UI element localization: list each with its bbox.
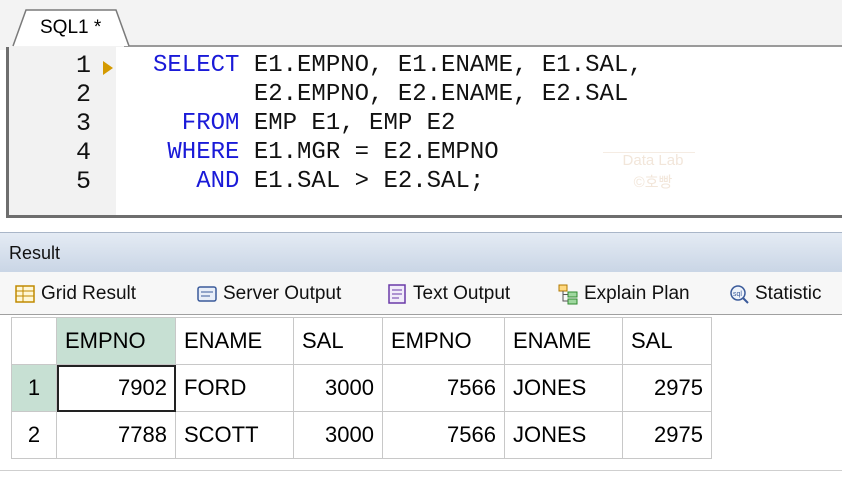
svg-text:sql: sql <box>733 291 742 298</box>
result-panel-header: Result <box>0 232 842 273</box>
code-line: SELECT E1.EMPNO, E1.ENAME, E1.SAL, <box>153 51 643 80</box>
tab-label: Grid Result <box>41 283 137 304</box>
column-header[interactable]: SAL <box>293 317 383 365</box>
tab-label: Statistic <box>755 283 822 304</box>
sql-keyword: WHERE <box>153 139 240 166</box>
watermark: Data Lab ©호빵 <box>603 150 703 194</box>
grid-cell[interactable]: 2975 <box>622 411 712 459</box>
text-output-icon <box>386 283 408 305</box>
sql-text: E1.MGR = E2.EMPNO <box>239 139 499 166</box>
sql-text: EMP E1, EMP E2 <box>239 110 456 137</box>
sql-keyword: AND <box>153 168 240 195</box>
line-number: 1 <box>75 51 91 80</box>
statistics-icon: sql <box>728 283 750 305</box>
line-number: 2 <box>75 80 91 109</box>
line-number: 5 <box>75 167 91 196</box>
tab-explain-plan[interactable]: Explain Plan <box>557 276 690 312</box>
grid-cell[interactable]: 2975 <box>622 364 712 412</box>
sql-text: E1.EMPNO, E1.ENAME, E1.SAL, <box>239 52 643 79</box>
line-number-gutter: 1 2 3 4 5 <box>9 47 116 215</box>
explain-plan-icon <box>557 283 579 305</box>
grid-cell[interactable]: 3000 <box>293 364 383 412</box>
tab-label: SQL1 * <box>40 17 102 38</box>
grid-cell[interactable]: 3000 <box>293 411 383 459</box>
watermark-copyright: ©호빵 <box>633 174 673 191</box>
editor-tab-strip: SQL1 * <box>0 0 842 50</box>
grid-cell[interactable]: 7788 <box>56 411 176 459</box>
grid-cell[interactable]: 7902 <box>56 364 176 412</box>
column-header[interactable]: EMPNO <box>56 317 176 365</box>
tab-server-output[interactable]: Server Output <box>196 276 341 312</box>
grid-header-row: EMPNO ENAME SAL EMPNO ENAME SAL <box>11 317 712 365</box>
code-line: E2.EMPNO, E2.ENAME, E2.SAL <box>153 80 628 109</box>
panel-bottom-border <box>0 470 842 471</box>
tab-sql1[interactable]: SQL1 * <box>12 8 130 47</box>
column-header[interactable]: SAL <box>622 317 712 365</box>
row-number[interactable]: 2 <box>11 411 57 459</box>
code-line: AND E1.SAL > E2.SAL; <box>153 167 484 196</box>
watermark-text: Data Lab <box>622 152 684 169</box>
result-title: Result <box>9 243 61 263</box>
sql-text: E1.SAL > E2.SAL; <box>239 168 485 195</box>
current-line-arrow-icon <box>103 61 113 75</box>
grid-cell[interactable]: 7566 <box>382 364 505 412</box>
tab-grid-result[interactable]: Grid Result <box>14 276 136 312</box>
grid-cell[interactable]: 7566 <box>382 411 505 459</box>
tab-label: Server Output <box>223 283 342 304</box>
sql-editor[interactable]: 1 2 3 4 5 SELECT E1.EMPNO, E1.ENAME, E1.… <box>6 47 842 218</box>
sql-keyword: FROM <box>153 110 240 137</box>
tab-label: Explain Plan <box>584 283 690 304</box>
code-line: FROM EMP E1, EMP E2 <box>153 109 456 138</box>
column-header[interactable]: EMPNO <box>382 317 505 365</box>
grid-cell[interactable]: JONES <box>504 411 623 459</box>
code-line: WHERE E1.MGR = E2.EMPNO <box>153 138 499 167</box>
column-header[interactable]: ENAME <box>504 317 623 365</box>
line-number: 3 <box>75 109 91 138</box>
server-output-icon <box>196 283 218 305</box>
grid-icon <box>14 283 36 305</box>
table-row[interactable]: 2 7788 SCOTT 3000 7566 JONES 2975 <box>11 411 712 459</box>
grid-cell[interactable]: JONES <box>504 364 623 412</box>
grid-cell[interactable]: FORD <box>175 364 294 412</box>
column-header[interactable]: ENAME <box>175 317 294 365</box>
tab-text-output[interactable]: Text Output <box>386 276 510 312</box>
result-grid[interactable]: EMPNO ENAME SAL EMPNO ENAME SAL 1 7902 F… <box>11 317 712 459</box>
sql-text: E2.EMPNO, E2.ENAME, E2.SAL <box>153 81 629 108</box>
table-row[interactable]: 1 7902 FORD 3000 7566 JONES 2975 <box>11 364 712 412</box>
tab-statistics[interactable]: sql Statistic <box>728 276 822 312</box>
grid-corner[interactable] <box>11 317 57 365</box>
line-number: 4 <box>75 138 91 167</box>
sql-keyword: SELECT <box>153 52 240 79</box>
result-tabs: Grid Result Server Output Text Output Ex… <box>0 272 842 315</box>
tab-label: Text Output <box>413 283 511 304</box>
row-number[interactable]: 1 <box>11 364 57 412</box>
grid-cell[interactable]: SCOTT <box>175 411 294 459</box>
